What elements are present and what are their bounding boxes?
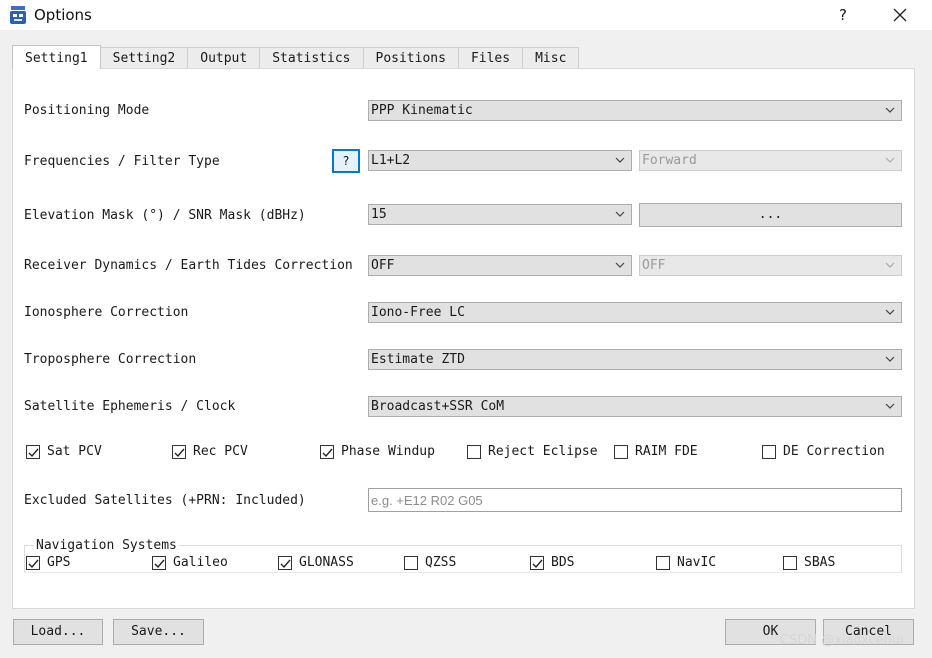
chevron-down-icon xyxy=(885,262,895,268)
app-icon xyxy=(10,6,26,24)
de-correction-checkbox[interactable] xyxy=(762,445,776,459)
ephemeris-value: Broadcast+SSR CoM xyxy=(371,399,505,414)
window-title: Options xyxy=(34,6,92,24)
raim-fde-label: RAIM FDE xyxy=(635,444,698,459)
ephemeris-label: Satellite Ephemeris / Clock xyxy=(24,399,236,414)
ionosphere-value: Iono-Free LC xyxy=(371,305,465,320)
sat-pcv-checkbox[interactable] xyxy=(26,445,40,459)
tab-misc[interactable]: Misc xyxy=(522,47,580,69)
positioning-mode-select[interactable]: PPP Kinematic xyxy=(368,100,902,121)
phase-windup-label: Phase Windup xyxy=(341,444,435,459)
chevron-down-icon xyxy=(615,262,625,268)
troposphere-value: Estimate ZTD xyxy=(371,352,465,367)
watermark: CSDN @xiaoxcehui xyxy=(780,633,904,648)
tab-statistics[interactable]: Statistics xyxy=(259,47,364,69)
help-button[interactable]: ? xyxy=(830,4,856,26)
gps-label: GPS xyxy=(47,555,71,570)
tab-positions[interactable]: Positions xyxy=(362,47,459,69)
sat-pcv-label: Sat PCV xyxy=(47,444,102,459)
check-icon xyxy=(154,559,165,569)
check-icon xyxy=(322,448,333,458)
tab-files[interactable]: Files xyxy=(457,47,524,69)
chevron-down-icon xyxy=(885,157,895,163)
ionosphere-label: Ionosphere Correction xyxy=(24,305,189,320)
tab-output[interactable]: Output xyxy=(187,47,261,69)
chevron-down-icon xyxy=(885,309,895,315)
raim-fde-checkbox[interactable] xyxy=(614,445,628,459)
qzss-label: QZSS xyxy=(425,555,457,570)
tab-setting1[interactable]: Setting1 xyxy=(12,45,101,69)
frequencies-help-button[interactable]: ? xyxy=(332,149,360,173)
title-bar: Options ? xyxy=(0,0,932,30)
save-button[interactable]: Save... xyxy=(113,619,204,645)
gps-checkbox[interactable] xyxy=(26,556,40,570)
reject-eclipse-label: Reject Eclipse xyxy=(488,444,598,459)
navic-checkbox[interactable] xyxy=(656,556,670,570)
elevation-mask-label: Elevation Mask (°) / SNR Mask (dBHz) xyxy=(24,208,306,223)
rec-pcv-label: Rec PCV xyxy=(193,444,248,459)
sbas-label: SBAS xyxy=(804,555,836,570)
chevron-down-icon xyxy=(615,157,625,163)
frequencies-value: L1+L2 xyxy=(371,153,411,168)
reject-eclipse-checkbox[interactable] xyxy=(467,445,481,459)
snr-mask-button[interactable]: ... xyxy=(639,203,902,227)
excluded-satellites-input[interactable] xyxy=(368,488,902,512)
glonass-checkbox[interactable] xyxy=(278,556,292,570)
glonass-label: GLONASS xyxy=(299,555,354,570)
check-icon xyxy=(28,448,39,458)
filter-type-select: Forward xyxy=(639,150,902,171)
navigation-systems-title: Navigation Systems xyxy=(34,538,179,553)
ephemeris-select[interactable]: Broadcast+SSR CoM xyxy=(368,396,902,417)
earth-tides-select: OFF xyxy=(639,255,902,276)
check-icon xyxy=(280,559,291,569)
receiver-dynamics-value: OFF xyxy=(371,258,395,273)
filter-type-value: Forward xyxy=(642,153,697,168)
troposphere-select[interactable]: Estimate ZTD xyxy=(368,349,902,370)
navic-label: NavIC xyxy=(677,555,717,570)
bds-checkbox[interactable] xyxy=(530,556,544,570)
rec-pcv-checkbox[interactable] xyxy=(172,445,186,459)
frequencies-select[interactable]: L1+L2 xyxy=(368,150,632,171)
load-button[interactable]: Load... xyxy=(13,619,103,645)
troposphere-label: Troposphere Correction xyxy=(24,352,197,367)
sbas-checkbox[interactable] xyxy=(783,556,797,570)
bds-label: BDS xyxy=(551,555,575,570)
receiver-dynamics-label: Receiver Dynamics / Earth Tides Correcti… xyxy=(24,258,353,273)
chevron-down-icon xyxy=(885,107,895,113)
receiver-dynamics-select[interactable]: OFF xyxy=(368,255,632,276)
qzss-checkbox[interactable] xyxy=(404,556,418,570)
chevron-down-icon xyxy=(885,356,895,362)
tab-setting2[interactable]: Setting2 xyxy=(99,47,189,69)
elevation-mask-value: 15 xyxy=(371,207,387,222)
close-icon xyxy=(893,8,907,22)
chevron-down-icon xyxy=(615,211,625,217)
excluded-satellites-label: Excluded Satellites (+PRN: Included) xyxy=(24,493,306,508)
positioning-mode-value: PPP Kinematic xyxy=(371,103,473,118)
elevation-mask-select[interactable]: 15 xyxy=(368,204,632,225)
chevron-down-icon xyxy=(885,403,895,409)
galileo-label: Galileo xyxy=(173,555,228,570)
phase-windup-checkbox[interactable] xyxy=(320,445,334,459)
frequencies-label: Frequencies / Filter Type xyxy=(24,154,220,169)
check-icon xyxy=(28,559,39,569)
check-icon xyxy=(532,559,543,569)
check-icon xyxy=(174,448,185,458)
ionosphere-select[interactable]: Iono-Free LC xyxy=(368,302,902,323)
de-correction-label: DE Correction xyxy=(783,444,885,459)
tab-bar: Setting1 Setting2 Output Statistics Posi… xyxy=(12,45,580,69)
positioning-mode-label: Positioning Mode xyxy=(24,103,150,118)
galileo-checkbox[interactable] xyxy=(152,556,166,570)
close-button[interactable] xyxy=(886,4,914,26)
earth-tides-value: OFF xyxy=(642,258,666,273)
